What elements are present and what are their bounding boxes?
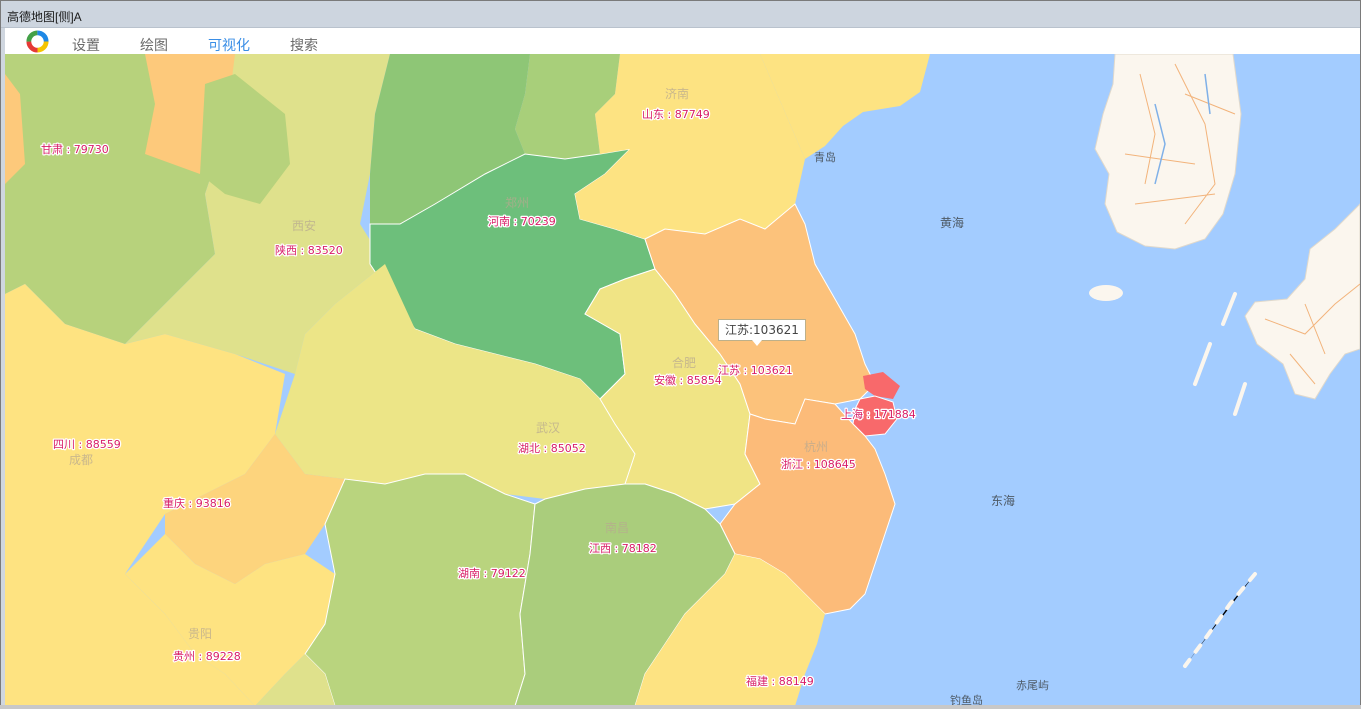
label-fujian: 福建 : 88149 — [746, 674, 814, 688]
menu-draw[interactable]: 绘图 — [140, 35, 168, 55]
menu-settings[interactable]: 设置 — [72, 35, 100, 55]
label-sichuan: 四川 : 88559 — [53, 438, 121, 451]
map-canvas[interactable]: 甘肃 : 79730 陕西 : 83520 河南 : 70239 山东 : 87… — [5, 54, 1360, 706]
menu-bar: 设置 绘图 可视化 搜索 — [5, 28, 1360, 54]
city-jinan: 济南 — [665, 86, 689, 101]
label-henan: 河南 : 70239 — [488, 215, 556, 228]
label-jiangsu: 江苏 : 103621 — [718, 364, 793, 377]
city-xian: 西安 — [292, 218, 316, 233]
window-title: 高德地图[侧]A — [7, 10, 82, 24]
label-jiangxi: 江西 : 78182 — [589, 542, 657, 555]
region-tooltip: 江苏:103621 — [718, 319, 806, 346]
city-guiyang: 贵阳 — [188, 627, 212, 641]
label-chongqing: 重庆 : 93816 — [163, 496, 231, 510]
sea-label-east-sea: 东海 — [991, 493, 1015, 508]
label-zhejiang: 浙江 : 108645 — [781, 458, 856, 471]
jeju-island — [1089, 285, 1123, 301]
sea-label-yellow-sea: 黄海 — [940, 215, 964, 230]
label-hunan: 湖南 : 79122 — [458, 567, 526, 580]
city-hefei: 合肥 — [672, 355, 696, 370]
korea-land — [1094, 54, 1242, 250]
label-gansu: 甘肃 : 79730 — [41, 143, 109, 156]
city-chengdu: 成都 — [69, 453, 93, 467]
label-shandong: 山东 : 87749 — [642, 108, 710, 121]
city-qingdao: 青岛 — [814, 150, 836, 164]
label-shaanxi: 陕西 : 83520 — [275, 243, 343, 257]
city-nanchang: 南昌 — [605, 520, 629, 535]
menu-visualize[interactable]: 可视化 — [208, 35, 250, 55]
label-shanghai: 上海 : 171884 — [841, 407, 916, 421]
label-anhui: 安徽 : 85854 — [654, 373, 722, 387]
title-bar[interactable]: 高德地图[侧]A — [1, 1, 1360, 28]
province-hunan[interactable] — [304, 473, 536, 706]
label-hubei: 湖北 : 85052 — [518, 442, 586, 455]
window-bottom-border — [0, 705, 1361, 709]
island-chiwei: 赤尾屿 — [1016, 679, 1049, 692]
app-window: 高德地图[侧]A 设置 绘图 可视化 搜索 甘肃: 79730 陕西: 83… — [0, 0, 1361, 709]
menu-search[interactable]: 搜索 — [290, 35, 318, 55]
city-zhengzhou: 郑州 — [505, 195, 529, 210]
city-hangzhou: 杭州 — [804, 439, 828, 454]
label-guizhou: 贵州 : 89228 — [173, 650, 241, 663]
city-wuhan: 武汉 — [536, 421, 560, 435]
colorful-ring-logo-icon[interactable] — [25, 29, 50, 54]
